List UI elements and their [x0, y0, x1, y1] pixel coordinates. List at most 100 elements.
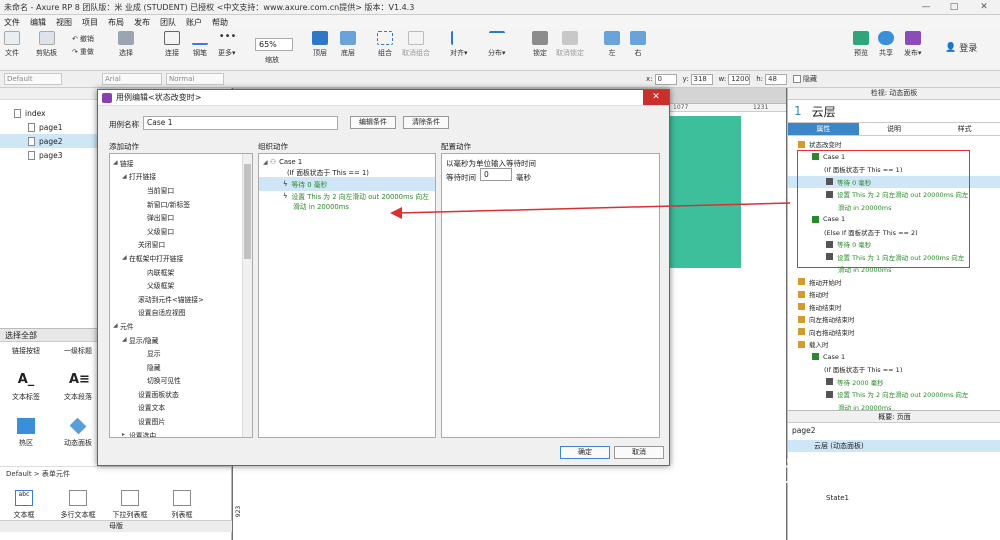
weight-select[interactable]: Normal [166, 73, 224, 85]
tab-notes[interactable]: 说明 [859, 123, 930, 135]
maximize-icon[interactable]: □ [940, 0, 968, 14]
edit-condition-button[interactable]: 编辑条件 [350, 116, 396, 129]
action-tree-item[interactable]: 内联框架 [110, 265, 252, 279]
lib-item-paragraph[interactable]: A≡ 文本段落 [58, 372, 98, 402]
action-tree-item[interactable]: 当前窗口 [110, 183, 252, 197]
library-default-header[interactable]: Default > 表单元件 [0, 466, 232, 480]
unlock-button[interactable]: 取消锁定 [556, 31, 584, 58]
event-item[interactable]: Case 1 [788, 351, 1000, 364]
outline-item[interactable]: 云层 (动态面板) [788, 440, 1000, 452]
distribute-button[interactable]: 分布▾ [488, 31, 506, 58]
lock-button[interactable]: 锁定 [532, 31, 548, 58]
widget-name[interactable]: 云层 [812, 103, 836, 120]
event-item[interactable]: 载入时 [788, 338, 1000, 351]
action-tree-item[interactable]: 父级窗口 [110, 224, 252, 238]
lib-item-hotspot[interactable]: 热区 [6, 418, 46, 448]
file-button[interactable]: 文件 [4, 31, 20, 58]
action-tree-item[interactable]: 切换可见性 [110, 374, 252, 388]
left-button[interactable]: 左 [604, 31, 620, 58]
clear-condition-button[interactable]: 清除条件 [403, 116, 449, 129]
action-tree-item[interactable]: ▸ 设置选中 [110, 428, 252, 437]
menu-item[interactable]: 项目 [82, 17, 98, 28]
minimize-icon[interactable]: — [912, 0, 940, 14]
menu-item[interactable]: 账户 [186, 17, 202, 28]
tab-style[interactable]: 样式 [929, 123, 1000, 135]
bottom-button[interactable]: 底层 [340, 31, 356, 58]
menu-item[interactable]: 布局 [108, 17, 124, 28]
action-tree-item[interactable]: 设置图片 [110, 414, 252, 428]
menu-item[interactable]: 发布 [134, 17, 150, 28]
menu-item[interactable]: 团队 [160, 17, 176, 28]
action-tree-item[interactable]: ◢ 在框架中打开链接 [110, 251, 252, 265]
lib-item-droplist[interactable]: 下拉列表框 [110, 490, 150, 520]
login-button[interactable]: 👤 登录 [945, 41, 977, 55]
menu-item[interactable]: 帮助 [212, 17, 228, 28]
lib-item-label[interactable]: A_ 文本标签 [6, 372, 46, 402]
cancel-button[interactable]: 取消 [614, 446, 664, 459]
action-tree-item[interactable]: ◢ 显示/隐藏 [110, 333, 252, 347]
action-tree-item[interactable]: 设置文本 [110, 401, 252, 415]
wait-time-input[interactable]: 0 [480, 168, 512, 181]
cloud-panel-shape[interactable] [663, 116, 741, 268]
top-button[interactable]: 顶层 [312, 31, 328, 58]
group-button[interactable]: 组合 [377, 31, 393, 58]
undo-button[interactable]: ↶ 撤销 [72, 34, 94, 44]
close-window-icon[interactable]: ✕ [968, 0, 1000, 14]
lib-item-textarea[interactable]: 多行文本框 [58, 490, 98, 520]
more-button[interactable]: ••• 更多▾ [218, 31, 236, 58]
menu-item[interactable]: 视图 [56, 17, 72, 28]
zoom-select[interactable]: 65% [255, 38, 293, 51]
ungroup-button[interactable]: 取消组合 [402, 31, 430, 58]
action-tree-item[interactable]: 设置自适应视图 [110, 306, 252, 320]
action-tree-item[interactable]: 新窗口/新标签 [110, 197, 252, 211]
org-wait-action[interactable]: ϟ 等待 0 毫秒 [259, 177, 435, 191]
lib-item-dynamic-panel[interactable]: 动态面板 [58, 417, 98, 448]
event-item[interactable]: 状态改变时 [788, 138, 1000, 151]
publish-button[interactable]: 发布▾ [904, 31, 922, 58]
event-item[interactable]: 设置 This 为 2 向左滑动 out 20000ms 向左 [788, 388, 1000, 401]
org-set-action[interactable]: ϟ 设置 This 为 2 向左滑动 out 20000ms 向左 [263, 191, 435, 201]
action-tree-item[interactable]: 关闭窗口 [110, 238, 252, 252]
right-button[interactable]: 右 [630, 31, 646, 58]
preview-button[interactable]: 预览 [853, 31, 869, 58]
style-select[interactable]: Default [4, 73, 62, 85]
action-tree-item[interactable]: 隐藏 [110, 360, 252, 374]
case-name-input[interactable]: Case 1 [143, 116, 338, 130]
select-button[interactable]: 选择 [118, 31, 134, 58]
h-field[interactable]: 48 [765, 73, 788, 85]
dialog-close-icon[interactable]: ✕ [643, 90, 669, 105]
event-item[interactable]: 向左拖动结束时 [788, 313, 1000, 326]
lib-item-listbox[interactable]: 列表框 [162, 490, 202, 520]
tab-properties[interactable]: 属性 [788, 123, 859, 135]
connect-button[interactable]: 连接 [164, 31, 180, 58]
align-button[interactable]: 对齐▾ [450, 31, 468, 58]
font-select[interactable]: Arial [102, 73, 162, 85]
redo-button[interactable]: ↷ 重做 [72, 47, 94, 57]
share-button[interactable]: 共享 [878, 31, 894, 58]
action-tree-item[interactable]: ◢ 元件 [110, 319, 252, 333]
x-field[interactable]: 0 [654, 73, 677, 85]
action-tree-item[interactable]: 父级框架 [110, 278, 252, 292]
action-tree-item[interactable]: 滚动到元件<锚链接> [110, 292, 252, 306]
action-tree-item[interactable]: ◢ 打开链接 [110, 170, 252, 184]
event-item[interactable]: (If 面板状态于 This == 1) [788, 363, 1000, 376]
action-tree-scrollbar[interactable] [242, 154, 252, 437]
action-tree-item[interactable]: ◢ 链接 [110, 156, 252, 170]
action-tree-item[interactable]: 弹出窗口 [110, 210, 252, 224]
ok-button[interactable]: 确定 [560, 446, 610, 459]
event-item[interactable]: 拖动结束时 [788, 301, 1000, 314]
org-case[interactable]: ◢ ⚇ Case 1 [263, 157, 435, 167]
pen-button[interactable]: 钢笔 [192, 31, 208, 58]
action-tree-item[interactable]: 显示 [110, 346, 252, 360]
action-tree-item[interactable]: 设置面板状态 [110, 387, 252, 401]
lib-item-heading1[interactable]: 一级标题 [58, 346, 98, 356]
event-item[interactable]: 向右拖动结束时 [788, 326, 1000, 339]
w-field[interactable]: 1200 [728, 73, 751, 85]
menu-item[interactable]: 编辑 [30, 17, 46, 28]
event-item[interactable]: 拖动时 [788, 288, 1000, 301]
event-item[interactable]: 拖动开始时 [788, 276, 1000, 289]
lib-item-textbox[interactable]: abc 文本框 [4, 490, 44, 520]
menu-item[interactable]: 文件 [4, 17, 20, 28]
clipboard-button[interactable]: 剪贴板 [36, 31, 57, 58]
y-field[interactable]: 318 [690, 73, 713, 85]
